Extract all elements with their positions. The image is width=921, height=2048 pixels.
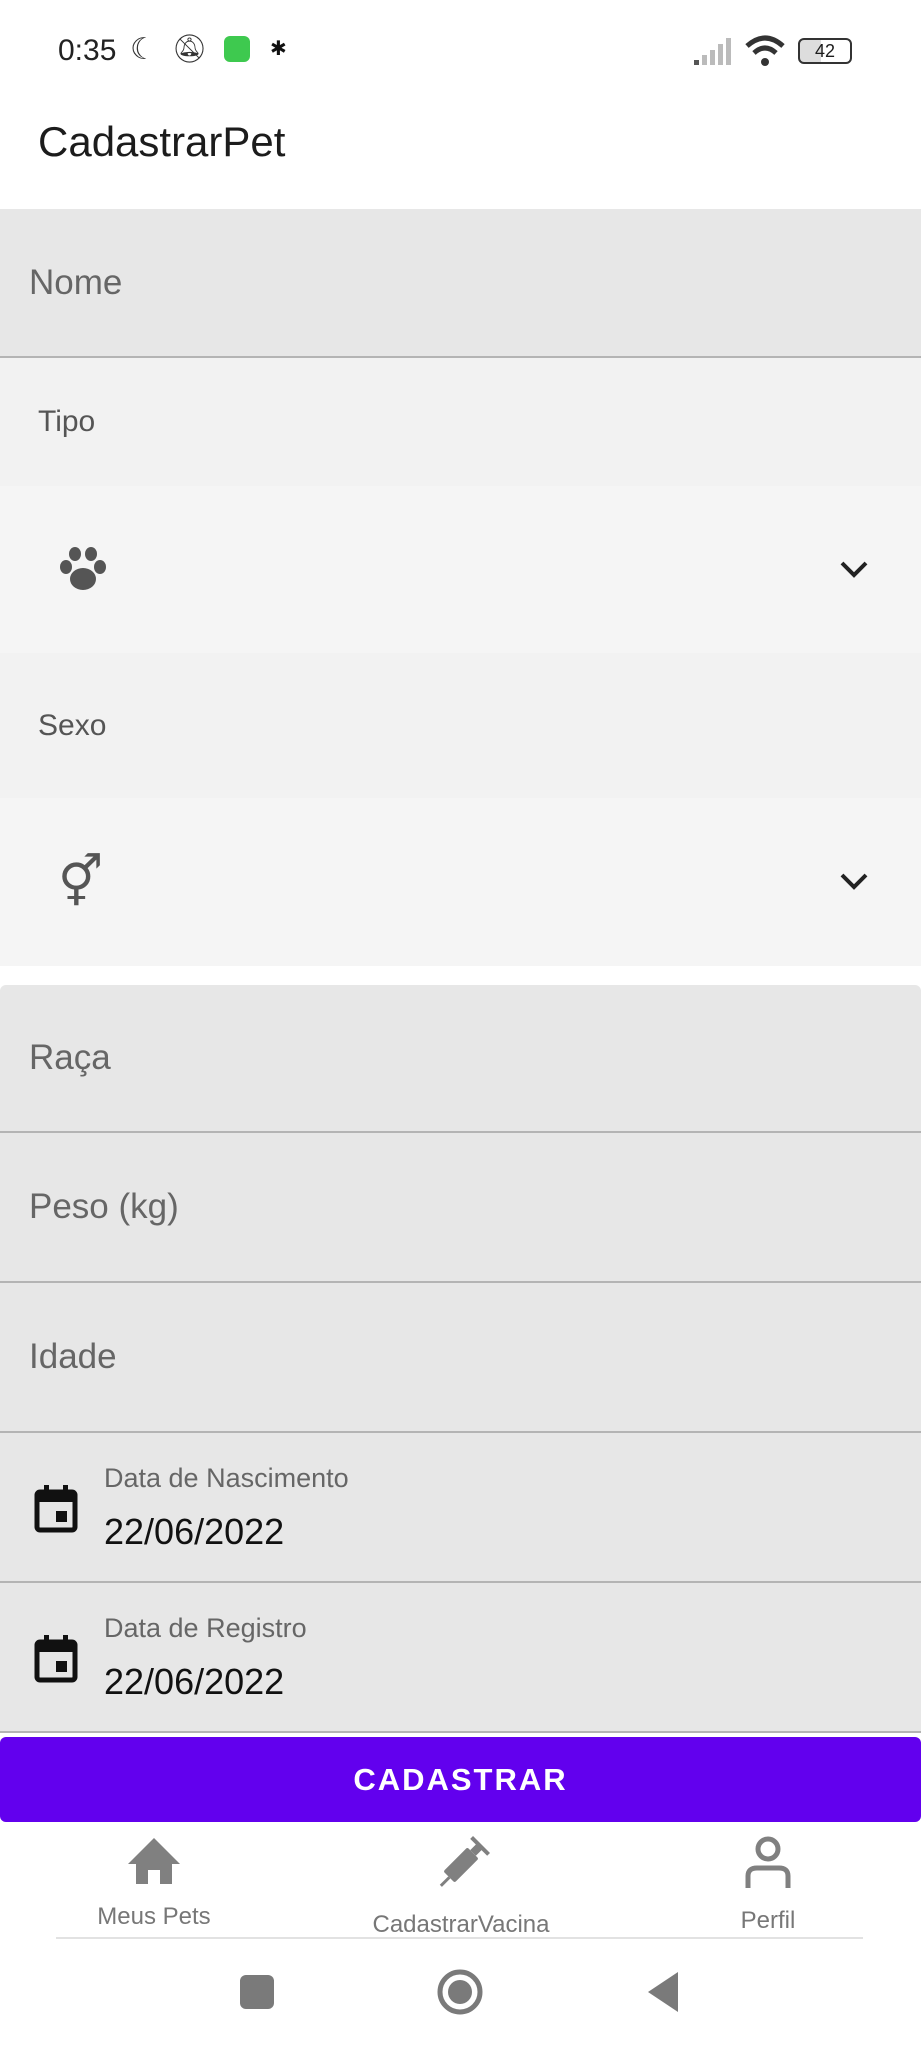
home-nav-icon[interactable]: [436, 1968, 484, 2016]
nav-item-perfil[interactable]: Perfil: [618, 1836, 918, 1935]
data-nascimento-label: Data de Nascimento: [104, 1463, 349, 1493]
peso-placeholder: Peso (kg): [29, 1187, 179, 1226]
data-registro-value: 22/06/2022: [104, 1661, 285, 1702]
data-registro-label: Data de Registro: [104, 1613, 307, 1643]
raca-input[interactable]: Raça: [0, 985, 921, 1133]
mute-bell-icon: 🔕︎: [172, 33, 208, 64]
notification-icon: ✱: [270, 38, 287, 60]
battery-level: 42: [814, 41, 836, 61]
back-icon[interactable]: [644, 1970, 680, 2014]
nav-divider: [56, 1937, 863, 1939]
nome-placeholder: Nome: [29, 262, 123, 302]
wifi-icon: [745, 35, 785, 66]
status-bar: 0:35 ☾ 🔕︎ ✱ 42: [0, 30, 921, 74]
data-registro-field[interactable]: Data de Registro 22/06/2022: [0, 1583, 921, 1733]
tipo-label: Tipo: [38, 405, 96, 438]
battery-icon: 42: [798, 38, 852, 64]
nav-label: Meus Pets: [97, 1903, 211, 1930]
nav-label: CadastrarVacina: [372, 1911, 550, 1938]
nav-item-meus-pets[interactable]: Meus Pets: [4, 1836, 304, 1931]
signal-icon: [694, 38, 731, 65]
bottom-nav: Meus Pets CadastrarVacina Perfil: [0, 1822, 921, 1939]
syringe-icon: [439, 1836, 490, 1887]
status-time: 0:35: [58, 34, 117, 67]
home-icon: [128, 1838, 180, 1884]
page-title: CadastrarPet: [38, 118, 286, 165]
cadastrar-button[interactable]: CADASTRAR: [0, 1737, 921, 1822]
raca-placeholder: Raça: [29, 1038, 111, 1077]
tipo-select[interactable]: [0, 486, 921, 653]
whatsapp-icon: [224, 36, 250, 62]
calendar-icon: [34, 1485, 78, 1533]
nav-label: Perfil: [740, 1907, 796, 1934]
paw-icon: [60, 546, 106, 590]
nav-item-cadastrar-vacina[interactable]: CadastrarVacina: [311, 1836, 611, 1939]
recents-icon[interactable]: [240, 1975, 274, 2009]
chevron-down-icon: [840, 873, 868, 890]
idade-input[interactable]: Idade: [0, 1283, 921, 1433]
sexo-select[interactable]: ⚥: [0, 798, 921, 966]
data-nascimento-value: 22/06/2022: [104, 1511, 285, 1552]
gender-icon: ⚥: [58, 854, 104, 910]
peso-input[interactable]: Peso (kg): [0, 1133, 921, 1283]
data-nascimento-field[interactable]: Data de Nascimento 22/06/2022: [0, 1433, 921, 1583]
calendar-icon: [34, 1635, 78, 1683]
sexo-label: Sexo: [38, 708, 107, 742]
sexo-label-row: Sexo: [0, 653, 921, 798]
person-icon: [745, 1836, 791, 1888]
moon-icon: ☾: [130, 33, 157, 66]
chevron-down-icon: [840, 561, 868, 578]
tipo-label-row: Tipo: [0, 358, 921, 486]
nome-input[interactable]: Nome: [0, 209, 921, 358]
idade-placeholder: Idade: [29, 1337, 117, 1376]
